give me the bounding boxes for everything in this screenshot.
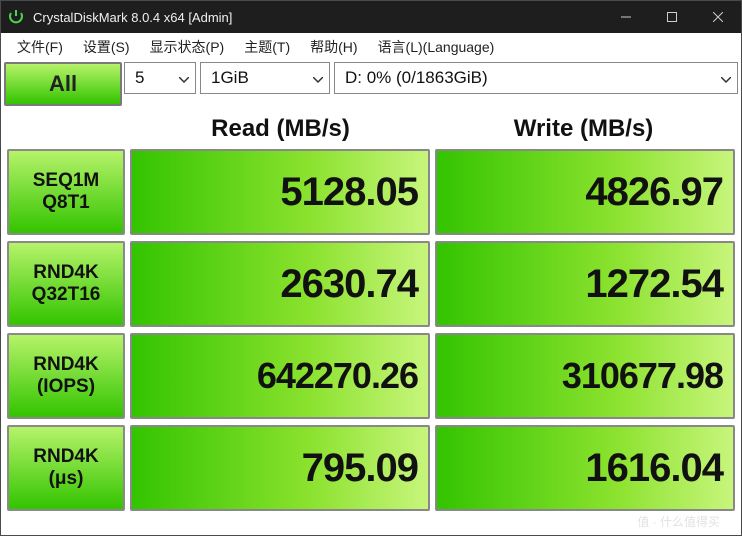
read-header: Read (MB/s) xyxy=(129,115,432,143)
run-rnd4k-us-button[interactable]: RND4K (μs) xyxy=(7,425,125,511)
rnd4k-q32t16-read-value: 2630.74 xyxy=(130,241,430,327)
header-row: Read (MB/s) Write (MB/s) xyxy=(1,107,741,149)
row-label-line2: Q32T16 xyxy=(32,284,101,306)
row-label-line2: Q8T1 xyxy=(42,192,90,214)
results-grid: SEQ1M Q8T1 5128.05 4826.97 RND4K Q32T16 … xyxy=(1,149,741,535)
target-drive-dropdown[interactable]: D: 0% (0/1863GiB) xyxy=(334,62,738,94)
menubar: 文件(F) 设置(S) 显示状态(P) 主题(T) 帮助(H) 语言(L)(La… xyxy=(1,33,741,61)
test-size-dropdown[interactable]: 1GiB xyxy=(200,62,330,94)
loop-count-dropdown[interactable]: 5 xyxy=(124,62,196,94)
app-window: CrystalDiskMark 8.0.4 x64 [Admin] 文件(F) … xyxy=(0,0,742,536)
row-label-line1: SEQ1M xyxy=(33,170,100,192)
row-label-line1: RND4K xyxy=(33,262,98,284)
row-label-line1: RND4K xyxy=(33,446,98,468)
run-rnd4k-q32t16-button[interactable]: RND4K Q32T16 xyxy=(7,241,125,327)
app-icon xyxy=(7,8,25,26)
menu-file[interactable]: 文件(F) xyxy=(7,35,73,59)
row-label-line2: (μs) xyxy=(49,468,84,490)
row-label-line1: RND4K xyxy=(33,354,98,376)
rnd4k-iops-read-value: 642270.26 xyxy=(130,333,430,419)
row-rnd4k-iops: RND4K (IOPS) 642270.26 310677.98 xyxy=(7,333,735,419)
row-rnd4k-us: RND4K (μs) 795.09 1616.04 xyxy=(7,425,735,511)
close-button[interactable] xyxy=(695,1,741,33)
seq1m-write-value: 4826.97 xyxy=(435,149,735,235)
run-all-label: All xyxy=(49,71,77,97)
row-label-line2: (IOPS) xyxy=(37,376,95,398)
menu-help[interactable]: 帮助(H) xyxy=(300,35,367,59)
window-buttons xyxy=(603,1,741,33)
close-icon xyxy=(713,12,723,22)
titlebar: CrystalDiskMark 8.0.4 x64 [Admin] xyxy=(1,1,741,33)
run-all-button[interactable]: All xyxy=(4,62,122,106)
test-size-value: 1GiB xyxy=(211,68,249,88)
write-header: Write (MB/s) xyxy=(432,115,735,143)
chevron-down-icon xyxy=(313,68,323,88)
menu-profile[interactable]: 显示状态(P) xyxy=(140,35,235,59)
run-rnd4k-iops-button[interactable]: RND4K (IOPS) xyxy=(7,333,125,419)
loop-count-value: 5 xyxy=(135,68,144,88)
menu-language[interactable]: 语言(L)(Language) xyxy=(368,35,505,59)
rnd4k-q32t16-write-value: 1272.54 xyxy=(435,241,735,327)
maximize-button[interactable] xyxy=(649,1,695,33)
target-drive-value: D: 0% (0/1863GiB) xyxy=(345,68,488,88)
row-rnd4k-q32t16: RND4K Q32T16 2630.74 1272.54 xyxy=(7,241,735,327)
chevron-down-icon xyxy=(179,68,189,88)
run-seq1m-button[interactable]: SEQ1M Q8T1 xyxy=(7,149,125,235)
window-title: CrystalDiskMark 8.0.4 x64 [Admin] xyxy=(33,10,603,25)
controls-row: All 5 1GiB D: 0% (0/1863GiB) xyxy=(1,61,741,107)
rnd4k-us-write-value: 1616.04 xyxy=(435,425,735,511)
rnd4k-us-read-value: 795.09 xyxy=(130,425,430,511)
rnd4k-iops-write-value: 310677.98 xyxy=(435,333,735,419)
minimize-button[interactable] xyxy=(603,1,649,33)
menu-theme[interactable]: 主题(T) xyxy=(234,35,300,59)
seq1m-read-value: 5128.05 xyxy=(130,149,430,235)
row-seq1m-q8t1: SEQ1M Q8T1 5128.05 4826.97 xyxy=(7,149,735,235)
menu-settings[interactable]: 设置(S) xyxy=(73,35,140,59)
chevron-down-icon xyxy=(721,68,731,88)
minimize-icon xyxy=(621,12,631,22)
maximize-icon xyxy=(667,12,677,22)
